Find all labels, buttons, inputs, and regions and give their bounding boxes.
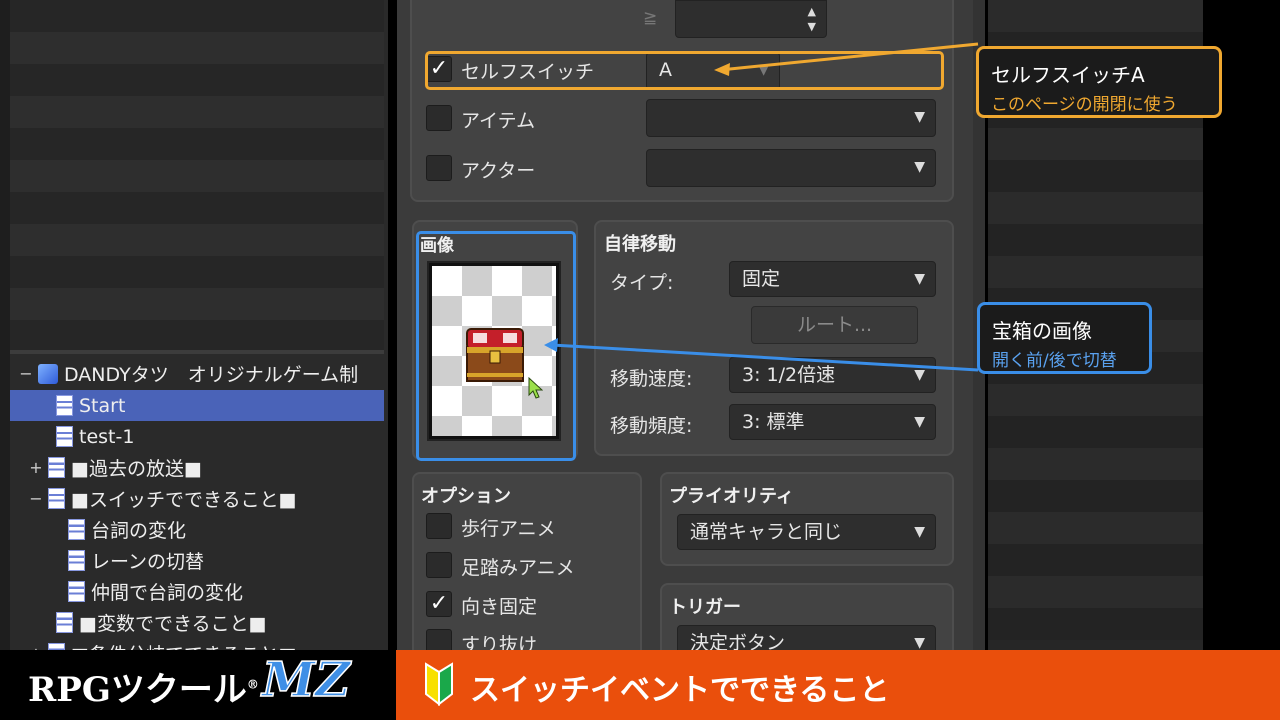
- self-switch-callout-sub: このページの開閉に使う: [991, 95, 1178, 115]
- image-callout-sub: 開く前/後で切替: [992, 351, 1117, 371]
- registered-mark: ®: [246, 677, 259, 692]
- self-switch-callout-title: セルフスイッチA: [991, 63, 1145, 87]
- logo-name: RPGツクール: [28, 670, 247, 710]
- self-switch-callout: セルフスイッチA このページの開閉に使う: [976, 46, 1222, 118]
- image-callout: 宝箱の画像 開く前/後で切替: [977, 302, 1152, 374]
- logo-mz: MZ: [261, 651, 351, 709]
- beginner-mark-icon: [425, 662, 453, 706]
- image-callout-title: 宝箱の画像: [992, 319, 1092, 343]
- banner-title: スイッチイベントでできること: [470, 673, 890, 708]
- logo-text: RPGツクール®: [28, 662, 259, 711]
